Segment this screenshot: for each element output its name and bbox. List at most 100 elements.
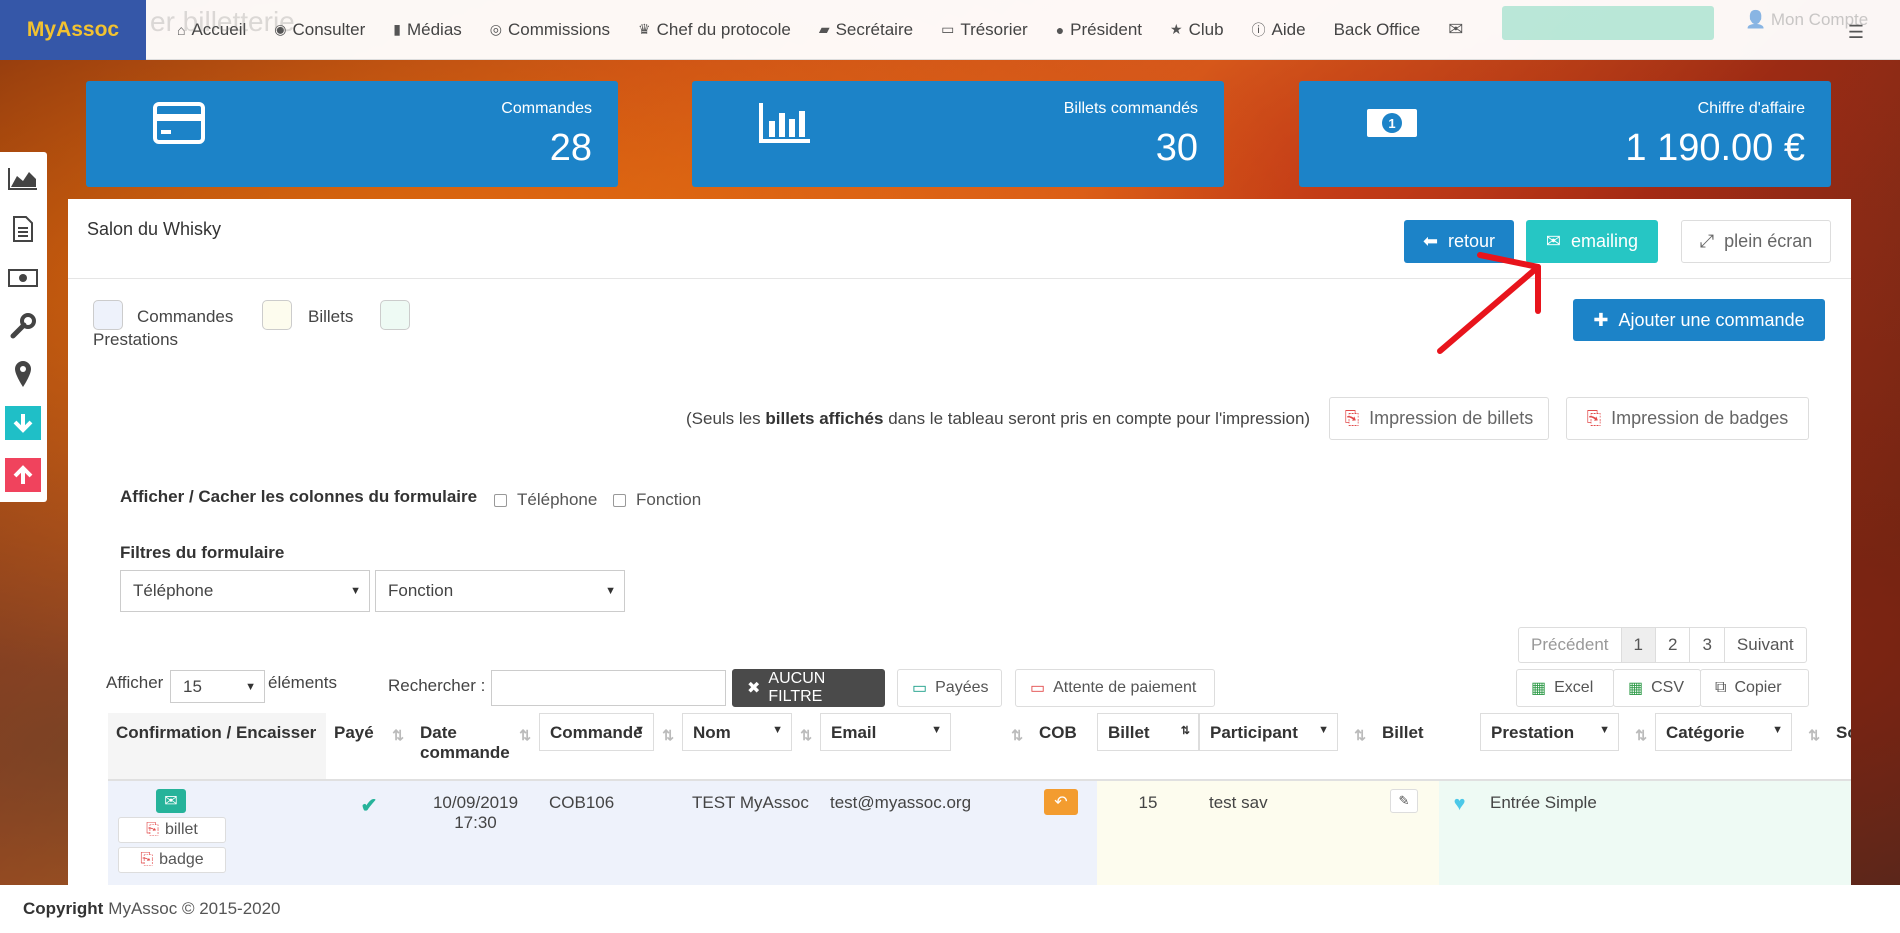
pager-page-3[interactable]: 3 bbox=[1690, 628, 1725, 662]
copyright-text: MyAssoc © 2015-2020 bbox=[108, 899, 281, 918]
pager-page-1[interactable]: 1 bbox=[1621, 628, 1656, 662]
pdf-icon: ⎘ bbox=[146, 821, 159, 838]
header-dropdown[interactable]: Catégorie ▼ bbox=[1655, 713, 1792, 751]
nav-mail[interactable]: ✉ bbox=[1434, 0, 1477, 60]
nav-item-back-office[interactable]: Back Office bbox=[1320, 0, 1435, 60]
print-tickets-label: Impression de billets bbox=[1369, 408, 1534, 428]
col-header-confirm[interactable]: Confirmation / Encaisser bbox=[108, 713, 326, 781]
brand-logo[interactable]: MyAssoc bbox=[0, 0, 146, 60]
nav-menu: ⌂ Accueil ◉ Consulter ▮ Médias ◎ Commissions… bbox=[163, 0, 1477, 60]
checkbox[interactable] bbox=[613, 493, 626, 507]
filter-function-select[interactable]: Fonction ▼ bbox=[375, 570, 625, 612]
paid-filter-button[interactable]: ▭ Payées bbox=[897, 669, 1002, 707]
no-filter-label: AUCUN FILTRE bbox=[768, 670, 826, 705]
print-tickets-button[interactable]: ⎘ Impression de billets bbox=[1329, 397, 1549, 440]
reply-icon[interactable]: ↶ bbox=[1044, 789, 1078, 815]
wrench-icon[interactable] bbox=[5, 309, 41, 343]
fullscreen-button[interactable]: ⤢ plein écran bbox=[1681, 220, 1831, 263]
cell-ticket: ✎ bbox=[1374, 781, 1439, 885]
checkbox[interactable] bbox=[494, 493, 507, 507]
nav-item-secretaire[interactable]: ▰ Secrétaire bbox=[805, 0, 927, 60]
sort-icon: ⇅ bbox=[519, 727, 531, 743]
col-header-category[interactable]: Catégorie ▼ ⇅ bbox=[1655, 713, 1828, 781]
toggle-phone-checkbox[interactable]: Téléphone bbox=[494, 490, 597, 510]
stat-value: 1 190.00 € bbox=[1625, 127, 1805, 169]
header-dropdown[interactable]: Billet ⇅ bbox=[1097, 713, 1199, 751]
add-order-button[interactable]: ✚ Ajouter une commande bbox=[1573, 299, 1825, 341]
col-header-name[interactable]: Nom ▼ ⇅ bbox=[682, 713, 820, 781]
download-arrow-icon[interactable] bbox=[5, 406, 41, 440]
globe-icon: ● bbox=[1055, 21, 1065, 38]
export-csv-button[interactable]: ▦ CSV bbox=[1613, 669, 1701, 707]
header-dropdown[interactable]: Participant ▼ bbox=[1199, 713, 1338, 751]
stat-label: Commandes bbox=[501, 100, 592, 117]
print-note-post: dans le tableau seront pris en compte po… bbox=[883, 409, 1311, 428]
nav-item-club[interactable]: ★ Club bbox=[1156, 0, 1238, 60]
csv-icon: ▦ bbox=[1628, 680, 1644, 697]
bar-chart-icon bbox=[759, 103, 810, 143]
print-badges-button[interactable]: ⎘ Impression de badges bbox=[1566, 397, 1809, 440]
map-marker-icon[interactable] bbox=[5, 357, 41, 391]
checkbox-label: Téléphone bbox=[517, 490, 598, 509]
col-header-service[interactable]: Prestation ▼ ⇅ bbox=[1480, 713, 1655, 781]
edit-icon[interactable]: ✎ bbox=[1390, 789, 1418, 813]
ticket-pdf-button[interactable]: ⎘ billet bbox=[118, 817, 226, 843]
checkbox-label: Fonction bbox=[636, 490, 702, 509]
pagination: Précédent 1 2 3 Suivant bbox=[1518, 627, 1807, 663]
nav-item-chef-protocole[interactable]: ♛ Chef du protocole bbox=[624, 0, 805, 60]
header-text: Date commande bbox=[420, 723, 510, 762]
close-icon: ✖ bbox=[747, 680, 761, 697]
sort-numeric-icon: ⇅ bbox=[1180, 725, 1190, 737]
heart-icon[interactable]: ♥ bbox=[1454, 793, 1466, 815]
nav-item-president[interactable]: ● Président bbox=[1042, 0, 1156, 60]
nav-item-commissions[interactable]: ◎ Commissions bbox=[476, 0, 624, 60]
badge-pdf-button[interactable]: ⎘ badge bbox=[118, 847, 226, 873]
area-chart-icon[interactable] bbox=[5, 162, 41, 196]
col-header-sub[interactable]: Sou bbox=[1828, 713, 1851, 781]
col-header-paid[interactable]: Payé ⇅ bbox=[326, 713, 412, 781]
expand-icon: ⤢ bbox=[1699, 231, 1715, 251]
copyright-label: Copyright bbox=[23, 899, 104, 918]
page-title: Salon du Whisky bbox=[87, 219, 222, 239]
col-header-cob[interactable]: COB bbox=[1031, 713, 1097, 781]
header-dropdown[interactable]: Nom ▼ bbox=[682, 713, 792, 751]
envelope-icon[interactable]: ✉ bbox=[156, 789, 186, 813]
col-header-order[interactable]: Commande ▼ ⇅ bbox=[539, 713, 682, 781]
pager-page-2[interactable]: 2 bbox=[1656, 628, 1691, 662]
pending-filter-button[interactable]: ▭ Attente de paiement bbox=[1015, 669, 1215, 707]
search-input[interactable] bbox=[491, 670, 726, 706]
legend-label-tickets: Billets bbox=[308, 307, 354, 326]
pager-next[interactable]: Suivant bbox=[1725, 628, 1806, 662]
money-icon[interactable] bbox=[5, 261, 41, 295]
sort-icon: ⇅ bbox=[662, 727, 674, 743]
money-icon: ▭ bbox=[941, 21, 955, 37]
file-icon: ▮ bbox=[393, 21, 401, 37]
filter-phone-select[interactable]: Téléphone ▼ bbox=[120, 570, 370, 612]
sort-icon: ⇅ bbox=[1354, 727, 1366, 743]
hamburger-menu-icon[interactable]: ☰ bbox=[1848, 22, 1864, 43]
header-dropdown[interactable]: Email ▼ bbox=[820, 713, 951, 751]
header-text: Billet bbox=[1382, 723, 1424, 742]
cell-name: TEST MyAssoc bbox=[682, 781, 820, 885]
col-header-email[interactable]: Email ▼ ⇅ bbox=[820, 713, 1031, 781]
print-note-pre: (Seuls les bbox=[686, 409, 766, 428]
nav-item-tresorier[interactable]: ▭ Trésorier bbox=[927, 0, 1042, 60]
col-header-date[interactable]: Date commande ⇅ bbox=[412, 713, 539, 781]
pager-prev[interactable]: Précédent bbox=[1519, 628, 1622, 662]
header-dropdown[interactable]: Prestation ▼ bbox=[1480, 713, 1619, 751]
page-size-select[interactable]: 15 ▼ bbox=[170, 670, 265, 703]
header-dropdown[interactable]: Commande ▼ bbox=[539, 713, 654, 751]
document-icon[interactable] bbox=[5, 212, 41, 246]
upload-arrow-icon[interactable] bbox=[5, 458, 41, 492]
copy-label: Copier bbox=[1734, 679, 1782, 696]
col-header-ticket-number[interactable]: Billet ⇅ bbox=[1097, 713, 1199, 781]
nav-item-aide[interactable]: ⓘ Aide bbox=[1238, 0, 1320, 60]
export-excel-button[interactable]: ▦ Excel bbox=[1516, 669, 1614, 707]
legend-label-orders: Commandes bbox=[137, 307, 234, 326]
col-header-ticket[interactable]: Billet bbox=[1374, 713, 1439, 781]
no-filter-button[interactable]: ✖ AUCUN FILTRE bbox=[732, 669, 885, 707]
copy-button[interactable]: ⧉ Copier bbox=[1700, 669, 1809, 707]
col-header-participant[interactable]: Participant ▼ ⇅ bbox=[1199, 713, 1374, 781]
nav-item-medias[interactable]: ▮ Médias bbox=[379, 0, 476, 60]
toggle-function-checkbox[interactable]: Fonction bbox=[613, 490, 701, 510]
